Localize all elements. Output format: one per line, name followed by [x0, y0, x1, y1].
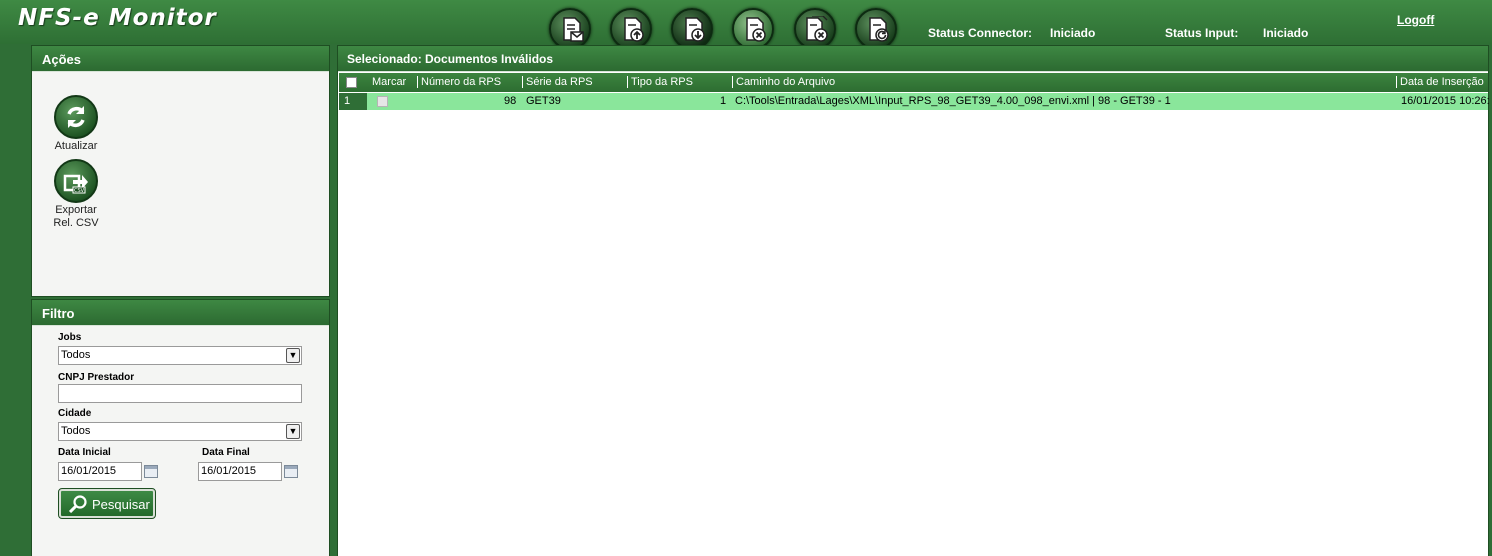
logoff-link[interactable]: Logoff — [1397, 13, 1434, 27]
cell-serie: GET39 — [526, 95, 561, 107]
column-header-marcar[interactable]: Marcar — [372, 76, 406, 88]
filter-panel: Filtro Jobs Todos ▼ CNPJ Prestador Cidad… — [31, 299, 330, 556]
cidade-select-value: Todos — [61, 425, 91, 437]
refresh-action-label: Atualizar — [54, 140, 98, 152]
column-header-serie[interactable]: Série da RPS — [522, 76, 593, 88]
results-panel: Selecionado: Documentos Inválidos Marcar… — [337, 45, 1490, 556]
data-final-input[interactable]: 16/01/2015 — [198, 462, 282, 481]
chevron-down-icon: ▼ — [286, 424, 300, 439]
document-mail-icon — [563, 17, 584, 42]
status-connector-label: Status Connector: — [928, 26, 1033, 40]
chevron-down-icon: ▼ — [286, 348, 300, 363]
actions-panel-title: Ações — [32, 46, 329, 72]
search-button-label: Pesquisar — [92, 497, 150, 512]
status-connector-value: Iniciado — [1050, 26, 1096, 40]
documents-cancelled-button[interactable] — [794, 8, 836, 50]
documents-upload-button[interactable] — [610, 8, 652, 50]
actions-panel: Ações Atualizar CSV Exportar Rel. CSV — [31, 45, 330, 297]
jobs-label: Jobs — [58, 332, 82, 343]
cnpj-label: CNPJ Prestador — [58, 372, 135, 383]
cnpj-input[interactable] — [58, 384, 302, 403]
column-header-data[interactable]: Data de Inserção — [1396, 76, 1484, 88]
cell-tipo: 1 — [720, 95, 727, 107]
documents-download-button[interactable] — [671, 8, 713, 50]
documents-reprocess-button[interactable] — [855, 8, 897, 50]
calendar-icon[interactable] — [284, 465, 298, 478]
table-header: Marcar Número da RPS Série da RPS Tipo d… — [339, 73, 1488, 92]
data-inicial-input[interactable]: 16/01/2015 — [58, 462, 142, 481]
export-csv-label-line2: Rel. CSV — [53, 217, 99, 229]
refresh-icon — [67, 106, 85, 128]
column-header-tipo[interactable]: Tipo da RPS — [627, 76, 693, 88]
documents-sent-button[interactable] — [549, 8, 591, 50]
document-upload-icon — [624, 17, 644, 42]
cidade-select[interactable]: Todos ▼ — [58, 422, 302, 441]
select-all-checkbox[interactable] — [346, 77, 357, 88]
column-header-numero[interactable]: Número da RPS — [417, 76, 501, 88]
column-header-caminho[interactable]: Caminho do Arquivo — [732, 76, 835, 88]
document-invalid-icon — [746, 17, 766, 42]
app-title: NFS-e Monitor — [18, 5, 217, 31]
row-checkbox[interactable] — [377, 96, 388, 107]
cidade-label: Cidade — [58, 408, 92, 419]
document-cancel-icon — [806, 16, 828, 42]
document-refresh-icon — [869, 17, 889, 42]
calendar-icon[interactable] — [144, 465, 158, 478]
data-final-label: Data Final — [202, 447, 250, 458]
documents-invalid-button[interactable] — [732, 8, 774, 50]
results-panel-title: Selecionado: Documentos Inválidos — [338, 46, 1488, 72]
cell-numero: 98 — [504, 95, 517, 107]
data-inicial-label: Data Inicial — [58, 447, 111, 458]
cell-data: 16/01/2015 10:26: — [1401, 95, 1490, 107]
row-number: 1 — [339, 93, 367, 110]
table-row[interactable]: 1 98 GET39 1 C:\Tools\Entrada\Lages\XML\… — [339, 93, 1490, 110]
export-csv-label-line1: Exportar — [55, 204, 97, 216]
top-bar: NFS-e Monitor Status Connector: Iniciado… — [0, 0, 1492, 50]
search-button[interactable]: Pesquisar — [58, 488, 156, 519]
refresh-action-button[interactable]: Atualizar — [41, 95, 111, 152]
export-csv-action-button[interactable]: CSV Exportar Rel. CSV — [41, 159, 111, 229]
svg-text:CSV: CSV — [74, 188, 85, 194]
status-input-label: Status Input: — [1165, 26, 1239, 40]
filter-panel-title: Filtro — [32, 300, 329, 326]
cell-caminho: C:\Tools\Entrada\Lages\XML\Input_RPS_98_… — [735, 95, 1171, 107]
export-csv-icon: CSV — [63, 174, 88, 194]
status-input-value: Iniciado — [1263, 26, 1309, 40]
search-icon — [68, 495, 87, 513]
document-download-icon — [685, 17, 705, 42]
jobs-select[interactable]: Todos ▼ — [58, 346, 302, 365]
jobs-select-value: Todos — [61, 349, 91, 361]
